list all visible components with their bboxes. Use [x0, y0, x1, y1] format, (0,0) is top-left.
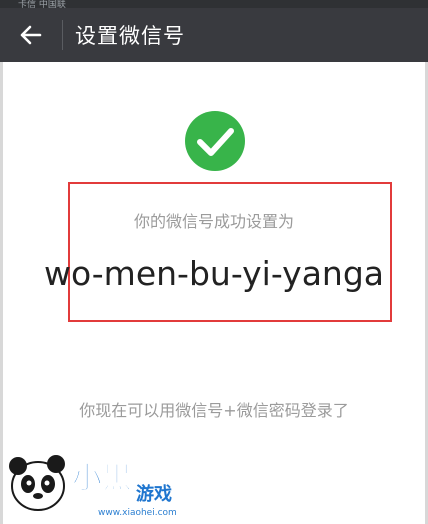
- svg-text:小黑: 小黑: [72, 461, 132, 496]
- arrow-left-icon: [20, 25, 42, 45]
- check-circle-icon: [185, 111, 245, 171]
- panda-logo-icon: 小黑 游戏: [9, 455, 172, 511]
- page-title: 设置微信号: [75, 24, 185, 48]
- success-message: 你的微信号成功设置为: [133, 212, 294, 231]
- watermark-url: www.xiaohei.com: [98, 508, 177, 518]
- highlight-box: [68, 182, 392, 322]
- status-bar: 卡信 中国联: [0, 0, 428, 10]
- title-divider: [62, 20, 63, 50]
- login-hint: 你现在可以用微信号+微信密码登录了: [79, 401, 349, 420]
- wechat-id-value: wo-men-bu-yi-yanga: [43, 254, 385, 293]
- svg-text:游戏: 游戏: [136, 483, 172, 505]
- back-button[interactable]: [0, 8, 62, 62]
- watermark-logo: 小黑 游戏 www.xiaohei.com: [2, 448, 202, 524]
- title-bar: 设置微信号: [0, 8, 428, 62]
